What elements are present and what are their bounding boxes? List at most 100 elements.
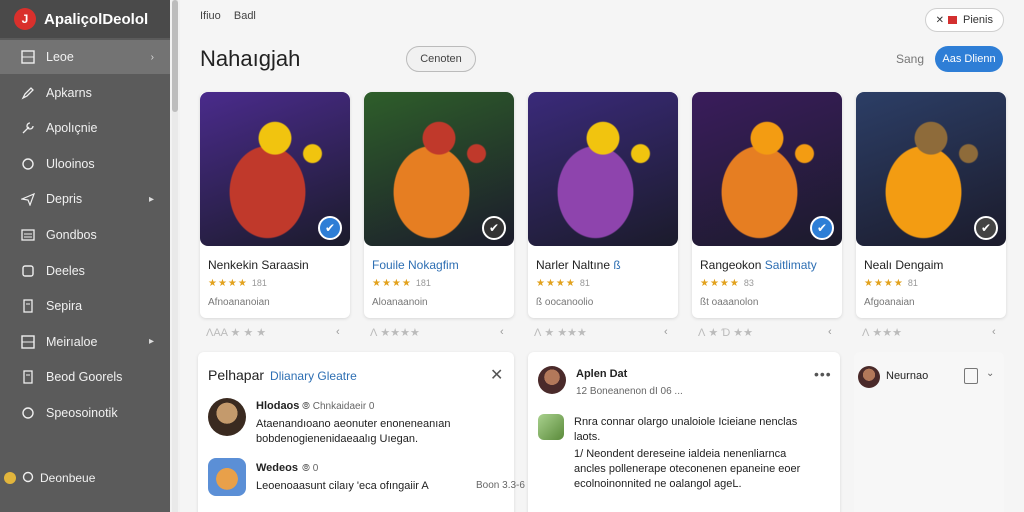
avatar[interactable] — [208, 398, 246, 436]
sidebar-item-label: Apkarns — [46, 85, 92, 100]
sidebar-item-label: Deeles — [46, 263, 85, 278]
chevron-down-icon[interactable]: ⌄ — [986, 368, 994, 379]
rate-stars[interactable]: Ʌ ★ Ɗ ★★ — [698, 327, 753, 339]
breadcrumb-item[interactable]: Ifiuo — [200, 10, 221, 22]
panel-title-accent[interactable]: Dlianary Gleatre — [270, 369, 357, 383]
rate-stars[interactable]: Ʌ ★★★★ — [370, 327, 420, 339]
power-icon — [22, 471, 34, 486]
post-body: ancles pollenerape oteconenen epaneine e… — [574, 463, 801, 475]
game-subtitle: Afnoananoian — [208, 297, 270, 308]
sidebar-item[interactable]: Depris ▸ — [0, 182, 170, 216]
game-title[interactable]: Rangeokon Saitlimaty — [700, 258, 817, 272]
more-options-icon[interactable]: ••• — [814, 366, 832, 382]
scroll-thumb[interactable] — [172, 0, 178, 112]
sang-link[interactable]: Sang — [896, 52, 924, 66]
main-area: Ifiuo Badl ✕ Pienis Nahaıgjah Cenoten Sa… — [180, 0, 1024, 512]
rate-row[interactable]: ɅAA ★ ★ ★ ‹ — [206, 326, 340, 339]
chevron-right-icon[interactable]: › — [151, 52, 154, 63]
breadcrumb-item[interactable]: Badl — [234, 10, 256, 22]
chevron-right-icon[interactable]: ▸ — [149, 336, 154, 347]
sidebar: J ApaliçolDeolol Leoe › Apkarns Apolıçnie Ul… — [0, 0, 170, 512]
chevron-right-icon[interactable]: ▸ — [149, 194, 154, 205]
comment-author[interactable]: Hlodaos — [256, 400, 299, 412]
comment-meta: ⦾ Chnkaidaeir 0 — [302, 401, 375, 412]
rate-arrow-icon[interactable]: ‹ — [336, 326, 340, 338]
game-card[interactable]: ✔ Rangeokon Saitlimaty ★★★★ 83 ßt oaaanolon — [692, 92, 842, 318]
stars-icon: ★★★★ — [372, 278, 412, 289]
post-body: 1/ Neondent dereseine ialdeia nenenliarn… — [574, 448, 787, 460]
rate-stars[interactable]: ɅAA ★ ★ ★ — [206, 327, 266, 339]
primary-button[interactable]: Aas Dlienn — [935, 46, 1003, 72]
sidebar-item[interactable]: Apkarns — [0, 76, 170, 110]
grid-icon — [20, 334, 36, 350]
game-card[interactable]: ✔ Fouile Nokagfim ★★★★ 181 Aloanaanoin — [364, 92, 514, 318]
stars-icon: ★★★★ — [208, 278, 248, 289]
sidebar-item-label: Gondbos — [46, 228, 97, 242]
stars-icon: ★★★★ — [864, 278, 904, 289]
avatar[interactable] — [858, 366, 880, 388]
box-icon — [20, 263, 36, 279]
rate-arrow-icon[interactable]: ‹ — [500, 326, 504, 338]
sidebar-item[interactable]: Speosoinotik — [0, 396, 170, 430]
game-subtitle: ßt oaaanolon — [700, 297, 759, 308]
check-icon[interactable]: ✔ — [318, 216, 342, 240]
avatar[interactable] — [208, 458, 246, 496]
sidebar-footer[interactable]: Deonbeue — [0, 464, 170, 492]
check-icon[interactable]: ✔ — [810, 216, 834, 240]
rate-stars[interactable]: Ʌ ★★★ — [862, 327, 902, 339]
post-heading-accent[interactable]: Rnra connar olargo — [574, 416, 668, 428]
top-right-pill-button[interactable]: ✕ Pienis — [924, 8, 1004, 32]
game-artwork[interactable] — [528, 92, 678, 246]
center-button[interactable]: Cenoten — [406, 46, 476, 72]
sidebar-item[interactable]: Beod Goorels — [0, 360, 170, 394]
stars-icon: ★★★★ — [700, 278, 740, 289]
rate-row[interactable]: Ʌ ★★★ ‹ — [862, 326, 996, 339]
sidebar-item[interactable]: Apolıçnie — [0, 111, 170, 145]
rate-row[interactable]: Ʌ ★ Ɗ ★★ ‹ — [698, 326, 832, 339]
sidebar-item[interactable]: Meirıaloe ▸ — [0, 325, 170, 359]
game-title[interactable]: Nealı Dengaim — [864, 258, 943, 272]
side-panel-label[interactable]: Neurnao — [886, 370, 928, 382]
star-rating: ★★★★ 81 — [536, 278, 590, 289]
post-author[interactable]: Aplen Dat — [576, 368, 627, 380]
game-card[interactable]: ✔ Nenkekin Saraasin ★★★★ 181 Afnoananoian — [200, 92, 350, 318]
tools-icon — [20, 120, 36, 136]
rate-arrow-icon[interactable]: ‹ — [664, 326, 668, 338]
pill-label: Pienis — [963, 14, 993, 26]
comment-text: Ataenandıoano aeonuter enoneneanıan — [256, 418, 451, 430]
circle-icon — [20, 405, 36, 421]
avatar[interactable] — [538, 366, 566, 394]
sidebar-item[interactable]: Gondbos — [0, 218, 170, 252]
star-rating: ★★★★ 181 — [372, 278, 431, 289]
sidebar-item[interactable]: Deeles — [0, 254, 170, 288]
game-title[interactable]: Narler Naltıne ß — [536, 258, 621, 272]
game-subtitle: ß oocanoolio — [536, 297, 594, 308]
sidebar-scrollbar[interactable] — [172, 0, 178, 512]
rate-row[interactable]: Ʌ ★★★★ ‹ — [370, 326, 504, 339]
close-icon[interactable]: ✕ — [490, 365, 503, 385]
brand-header[interactable]: J ApaliçolDeolol — [0, 0, 170, 38]
check-icon[interactable]: ✔ — [482, 216, 506, 240]
sidebar-item[interactable]: Leoe › — [0, 40, 170, 74]
sidebar-footer-label: Deonbeue — [40, 471, 96, 485]
rate-stars[interactable]: Ʌ ★ ★★★ — [534, 327, 587, 339]
rate-row[interactable]: Ʌ ★ ★★★ ‹ — [534, 326, 668, 339]
game-card[interactable]: Narler Naltıne ß ★★★★ 81 ß oocanoolio — [528, 92, 678, 318]
game-title[interactable]: Fouile Nokagfim — [372, 258, 459, 272]
game-icon[interactable] — [538, 414, 564, 440]
rate-arrow-icon[interactable]: ‹ — [828, 326, 832, 338]
sidebar-item[interactable]: Ulooinos — [0, 147, 170, 181]
comments-panel: Pelhapar Dlianary Gleatre ✕ Hlodaos ⦾ Chn… — [198, 352, 525, 512]
sidebar-item[interactable]: Sepira — [0, 289, 170, 323]
post-heading-line: laots. — [574, 431, 601, 443]
side-panel: Neurnao ⌄ — [854, 352, 1004, 512]
rate-arrow-icon[interactable]: ‹ — [992, 326, 996, 338]
bookmark-icon[interactable] — [964, 368, 978, 384]
game-title[interactable]: Nenkekin Saraasin — [208, 258, 309, 272]
game-card[interactable]: ✔ Nealı Dengaim ★★★★ 81 Afgoanaian — [856, 92, 1006, 318]
comment-text: bobdenogienenidaeaalıg Uıegan. — [256, 433, 419, 445]
game-subtitle: Afgoanaian — [864, 297, 915, 308]
post-heading: Rnra connar olargo unaloiole Icieiane ne… — [574, 416, 797, 428]
comment-author[interactable]: Wedeos — [256, 462, 298, 474]
check-icon[interactable]: ✔ — [974, 216, 998, 240]
